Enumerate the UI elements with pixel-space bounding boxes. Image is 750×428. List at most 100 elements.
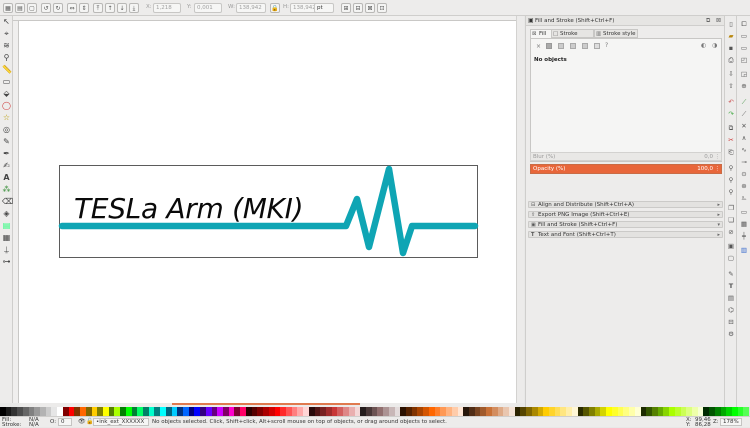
zoom-icon[interactable]: ⚲ [2, 53, 11, 62]
snap-page-border-icon[interactable]: ▭ [740, 208, 748, 216]
scale-corners-icon[interactable]: ⊟ [353, 3, 363, 13]
snap-smooth-icon[interactable]: ∿ [740, 146, 748, 154]
snap-toggle-icon[interactable]: ⧠ [740, 20, 748, 28]
snap-bbox-icon[interactable]: ▭ [740, 32, 748, 40]
snap-rotation-center-icon[interactable]: ⊛ [740, 182, 748, 190]
flip-horizontal-icon[interactable]: ⇔ [67, 3, 77, 13]
snap-cusp-icon[interactable]: ∧ [740, 134, 748, 142]
snap-path-icon[interactable]: ⟋ [740, 110, 748, 118]
rect-icon[interactable]: ▭ [2, 77, 11, 86]
undo-icon[interactable]: ↶ [727, 98, 735, 106]
new-document-icon[interactable]: ▯ [727, 20, 735, 28]
flip-vertical-icon[interactable]: ⇕ [79, 3, 89, 13]
raise-top-icon[interactable]: ⤒ [93, 3, 103, 13]
zoom-input[interactable]: 178% [720, 418, 742, 426]
deselect-icon[interactable]: ▢ [27, 3, 37, 13]
paste-icon[interactable]: ⎗ [727, 148, 735, 156]
snap-bbox-midpoint-icon[interactable]: ◲ [740, 70, 748, 78]
snap-bbox-edge-icon[interactable]: ▭ [740, 44, 748, 52]
tab-stroke-paint[interactable]: □ Stroke paint [551, 29, 594, 45]
open-icon[interactable]: ▰ [727, 32, 735, 40]
dialog-export-png[interactable]: ⇪ Export PNG Image (Shift+Ctrl+E) ▸ [528, 211, 723, 218]
duplicate-icon[interactable]: ❐ [727, 204, 735, 212]
dropper-icon[interactable]: ⍊ [2, 245, 11, 254]
logo-text[interactable]: TESLa Arm (MKI) [74, 192, 304, 225]
save-icon[interactable]: ▪ [727, 44, 735, 52]
snap-midpoint-icon[interactable]: ⊸ [740, 158, 748, 166]
status-opacity-input[interactable]: 0 [58, 418, 72, 426]
expand-arrow-icon[interactable]: ▸ [717, 232, 720, 238]
connector-icon[interactable]: ⊶ [2, 257, 11, 266]
cut-icon[interactable]: ✂ [727, 136, 735, 144]
select-all-layers-icon[interactable]: ▤ [15, 3, 25, 13]
pencil-icon[interactable]: ✎ [2, 137, 11, 146]
import-icon[interactable]: ⇩ [727, 70, 735, 78]
snap-bbox-corner-icon[interactable]: ◰ [740, 56, 748, 64]
paint-flat-icon[interactable] [546, 43, 552, 49]
snap-intersection-icon[interactable]: ✕ [740, 122, 748, 130]
xml-editor-icon[interactable]: ⌬ [727, 306, 735, 314]
dock-close-icon[interactable]: ⊠ [716, 17, 721, 24]
snap-center-icon[interactable]: ⊕ [740, 82, 748, 90]
text-icon[interactable]: A [2, 173, 11, 182]
paint-radial-icon[interactable] [570, 43, 576, 49]
eraser-icon[interactable]: ⌫ [2, 197, 13, 206]
paint-mesh-icon[interactable] [582, 43, 588, 49]
lower-bottom-icon[interactable]: ⤓ [129, 3, 139, 13]
transform-patterns-icon[interactable]: ⊡ [377, 3, 387, 13]
w-input[interactable]: 138,942 [236, 3, 266, 13]
measure-icon[interactable]: 📏 [2, 65, 12, 74]
clone-icon[interactable]: ❏ [727, 216, 735, 224]
text-dialog-icon[interactable]: T [727, 282, 735, 290]
rotate-ccw-icon[interactable]: ↺ [41, 3, 51, 13]
mesh-icon[interactable]: ▦ [2, 233, 11, 242]
snap-others-icon[interactable]: ▥ [740, 246, 748, 254]
transform-gradients-icon[interactable]: ⊠ [365, 3, 375, 13]
horizontal-scroll-thumb[interactable] [172, 403, 360, 405]
vertical-scrollbar[interactable] [516, 16, 524, 403]
scale-stroke-icon[interactable]: ⊞ [341, 3, 351, 13]
group-icon[interactable]: ▣ [727, 242, 735, 250]
blur-spin-icon[interactable]: ⋮ [715, 153, 721, 161]
layer-visibility-icon[interactable]: 👁 [78, 418, 86, 425]
raise-icon[interactable]: ↑ [105, 3, 115, 13]
rotate-cw-icon[interactable]: ↻ [53, 3, 63, 13]
snap-guide-icon[interactable]: ╪ [740, 232, 748, 240]
dialog-align-distribute[interactable]: ⊟ Align and Distribute (Shift+Ctrl+A) ▸ [528, 201, 723, 208]
fill-evenodd-icon[interactable]: ◐ [701, 42, 706, 49]
opacity-spin-icon[interactable]: ⋮ [715, 165, 721, 174]
fill-nonzero-icon[interactable]: ◑ [712, 42, 717, 49]
pen-icon[interactable]: ✒ [2, 149, 11, 158]
copy-icon[interactable]: ⧉ [727, 124, 735, 132]
dialog-fill-stroke[interactable]: ▣ Fill and Stroke (Shift+Ctrl+F) ▾ [528, 221, 723, 228]
zoom-selection-icon[interactable]: ⚲ [727, 164, 735, 172]
dock-float-icon[interactable]: ⧉ [706, 17, 710, 25]
x-input[interactable]: 1,218 [153, 3, 181, 13]
palette-swatch[interactable] [743, 407, 750, 416]
export-icon[interactable]: ⇧ [727, 82, 735, 90]
node-icon[interactable]: ⌖ [2, 29, 11, 38]
paint-pattern-icon[interactable] [594, 43, 600, 49]
calligraphy-icon[interactable]: ✍ [2, 161, 11, 170]
select-arrow-icon[interactable]: ↖ [2, 17, 11, 26]
unlink-clone-icon[interactable]: ⊘ [727, 228, 735, 236]
gradient-icon[interactable]: ▤ [2, 221, 11, 230]
status-stroke-value[interactable]: N/A [29, 422, 39, 428]
color-palette[interactable] [0, 407, 750, 416]
lower-icon[interactable]: ↓ [117, 3, 127, 13]
paint-none-icon[interactable]: × [536, 43, 541, 50]
fill-stroke-dialog-icon[interactable]: ✎ [727, 270, 735, 278]
y-input[interactable]: 0,001 [194, 3, 222, 13]
zoom-drawing-icon[interactable]: ⚲ [727, 176, 735, 184]
preferences-icon[interactable]: ⚙ [727, 330, 735, 338]
snap-nodes-icon[interactable]: ⟋ [740, 98, 748, 106]
expand-arrow-icon[interactable]: ▸ [717, 202, 720, 208]
select-all-icon[interactable]: ▦ [3, 3, 13, 13]
ungroup-icon[interactable]: ▢ [727, 254, 735, 262]
tab-fill[interactable]: ⊠ Fill [530, 29, 552, 38]
spiral-icon[interactable]: ◎ [2, 125, 11, 134]
layers-icon[interactable]: ▤ [727, 294, 735, 302]
bucket-icon[interactable]: ◈ [2, 209, 11, 218]
dialog-text-font[interactable]: T Text and Font (Shift+Ctrl+T) ▸ [528, 231, 723, 238]
canvas[interactable]: TESLa Arm (MKI) [19, 21, 516, 403]
